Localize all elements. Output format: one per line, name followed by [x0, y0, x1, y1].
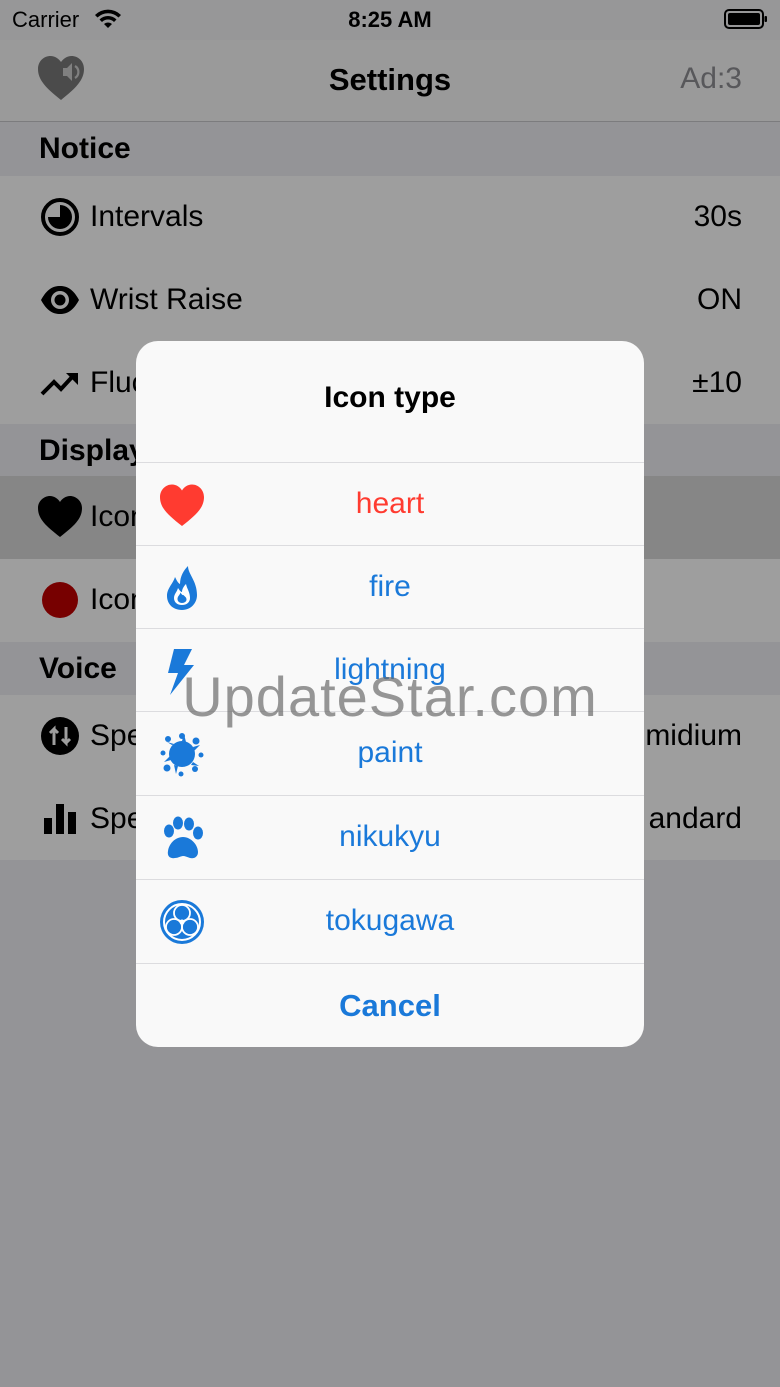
option-fire[interactable]: fire [136, 545, 644, 629]
cancel-button[interactable]: Cancel [136, 963, 644, 1047]
option-lightning[interactable]: lightning [136, 628, 644, 712]
dialog-title: Icon type [324, 381, 456, 414]
option-nikukyu[interactable]: nikukyu [136, 795, 644, 879]
option-paint[interactable]: paint [136, 711, 644, 795]
option-heart[interactable]: heart [136, 462, 644, 546]
option-tokugawa[interactable]: tokugawa [136, 879, 644, 963]
icon-type-dialog: Icon type heart fire lightning paint nik… [136, 341, 644, 1047]
